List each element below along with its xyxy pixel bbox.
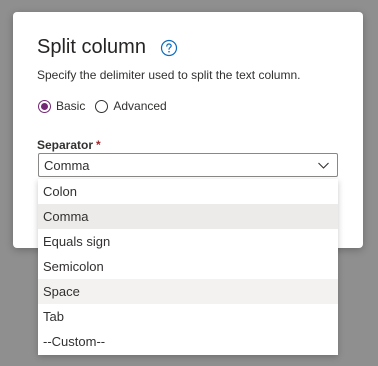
option-equals-sign[interactable]: Equals sign (38, 229, 338, 254)
option-tab[interactable]: Tab (38, 304, 338, 329)
dialog-description: Specify the delimiter used to split the … (37, 68, 301, 82)
advanced-radio-indicator[interactable] (95, 99, 109, 113)
basic-radio[interactable]: Basic (38, 99, 85, 113)
separator-label-text: Separator (37, 138, 94, 152)
option-space[interactable]: Space (38, 279, 338, 304)
option-semicolon[interactable]: Semicolon (38, 254, 338, 279)
advanced-radio[interactable]: Advanced (95, 99, 167, 113)
help-circle-icon[interactable] (160, 39, 178, 57)
option-custom[interactable]: --Custom-- (38, 329, 338, 354)
separator-select-value: Comma (44, 157, 90, 173)
basic-radio-indicator[interactable] (38, 99, 51, 113)
separator-label: Separator * (37, 138, 101, 152)
advanced-radio-label: Advanced (113, 99, 167, 113)
option-colon[interactable]: Colon (38, 179, 338, 204)
required-marker: * (96, 138, 101, 152)
dialog-title: Split column (37, 36, 146, 58)
mode-radio-group: Basic Advanced (38, 99, 177, 113)
basic-radio-label: Basic (56, 99, 86, 113)
separator-select[interactable]: Comma (38, 153, 338, 177)
separator-dropdown-list: Colon Comma Equals sign Semicolon Space … (38, 179, 338, 355)
title-row: Split column (37, 36, 178, 59)
option-comma[interactable]: Comma (38, 204, 338, 229)
chevron-down-icon[interactable] (317, 159, 330, 172)
